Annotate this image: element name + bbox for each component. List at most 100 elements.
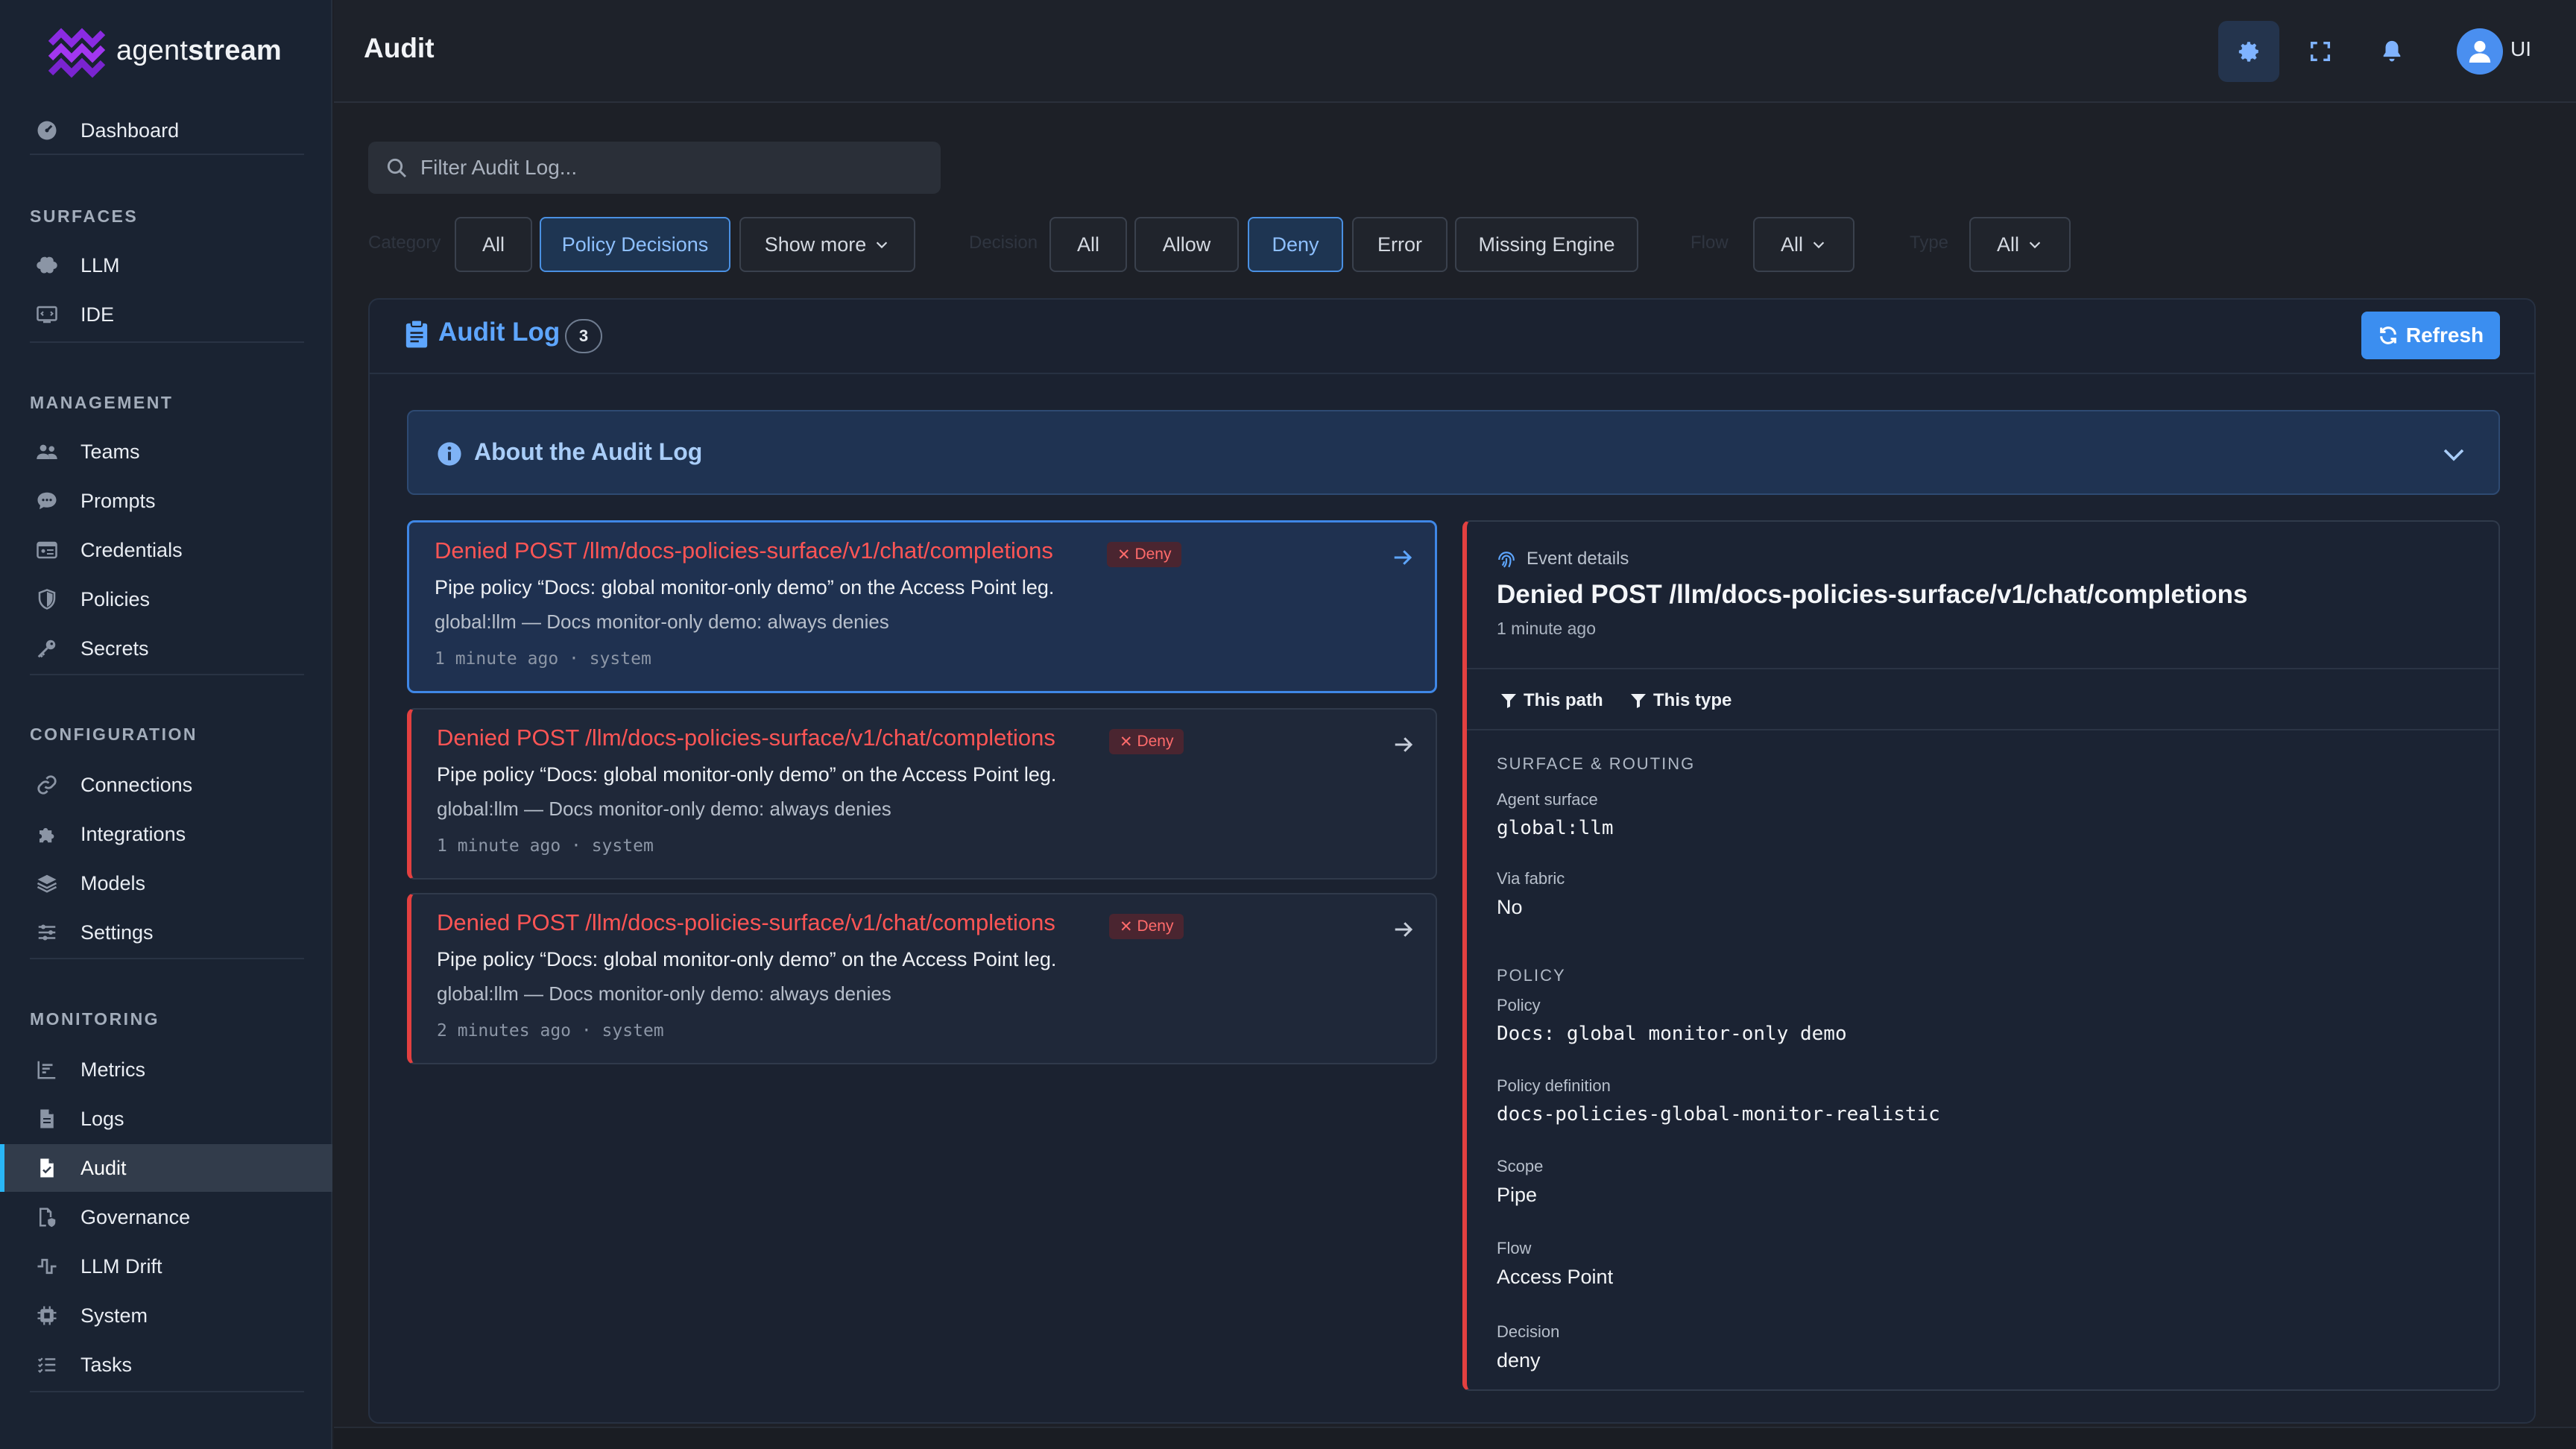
- brand-logo[interactable]: agentstream: [46, 21, 282, 80]
- decision-chip-all[interactable]: All: [1049, 217, 1127, 272]
- user-avatar[interactable]: [2457, 28, 2503, 75]
- sidebar-item-label: Settings: [80, 921, 154, 944]
- sidebar-item-label: Secrets: [80, 637, 149, 660]
- theme-settings-button[interactable]: [2218, 21, 2279, 82]
- flow-select[interactable]: All: [1753, 217, 1854, 272]
- deny-badge: ✕ Deny: [1109, 729, 1184, 754]
- policy-label: Policy: [1497, 996, 1541, 1014]
- notifications-button[interactable]: [2361, 21, 2422, 82]
- decision-value: deny: [1497, 1349, 1541, 1371]
- sidebar-item-llm[interactable]: LLM: [0, 242, 332, 289]
- sidebar-item-logs[interactable]: Logs: [0, 1095, 332, 1143]
- decision-chip-deny[interactable]: Deny: [1248, 217, 1343, 272]
- type-select[interactable]: All: [1969, 217, 2071, 272]
- link-icon: [34, 772, 60, 798]
- sidebar-item-policies[interactable]: Policies: [0, 575, 332, 623]
- filter-label-type: Type: [1910, 233, 1949, 253]
- sidebar-item-models[interactable]: Models: [0, 859, 332, 907]
- sidebar-item-ide[interactable]: IDE: [0, 291, 332, 338]
- id-card-icon: [34, 537, 60, 563]
- sidebar-item-label: Models: [80, 871, 146, 894]
- filter-this-type-label: This type: [1653, 690, 1732, 710]
- refresh-button[interactable]: Refresh: [2361, 312, 2500, 359]
- event-description: Pipe policy “Docs: global monitor-only d…: [437, 948, 1057, 970]
- audit-log-panel: Audit Log 3 Refresh About the Audit Log …: [368, 298, 2536, 1424]
- sidebar-item-audit[interactable]: Audit: [0, 1144, 332, 1192]
- event-details-panel: Event details Denied POST /llm/docs-poli…: [1462, 520, 2500, 1391]
- sidebar-item-settings[interactable]: Settings: [0, 909, 332, 956]
- category-chip-policy-decisions[interactable]: Policy Decisions: [540, 217, 730, 272]
- info-icon: [438, 442, 461, 466]
- sidebar-section-management: MANAGEMENT: [30, 393, 174, 412]
- audit-log-header: Audit Log 3 Refresh: [370, 300, 2534, 374]
- sidebar-divider: [30, 341, 304, 343]
- sidebar-item-prompts[interactable]: Prompts: [0, 477, 332, 525]
- event-meta: 1 minute ago · system: [435, 649, 651, 669]
- scope-value: Pipe: [1497, 1184, 1538, 1206]
- sidebar-item-label: Integrations: [80, 822, 186, 845]
- agent-surface-value: global:llm: [1497, 817, 1614, 839]
- sidebar-section-surfaces: SURFACES: [30, 206, 139, 226]
- decision-chip-error[interactable]: Error: [1352, 217, 1448, 272]
- audit-search-box[interactable]: [368, 142, 941, 194]
- policy-definition-value: docs-policies-global-monitor-realistic: [1497, 1103, 1940, 1126]
- event-details-time: 1 minute ago: [1497, 619, 1596, 638]
- sidebar-item-governance[interactable]: Governance: [0, 1193, 332, 1241]
- filter-this-path-button[interactable]: This path: [1500, 686, 1603, 716]
- tasks-icon: [34, 1352, 60, 1377]
- sidebar: agentstream Dashboard SURFACES LLM IDE M…: [0, 0, 332, 1449]
- policy-definition-label: Policy definition: [1497, 1076, 1611, 1095]
- user-initials[interactable]: UI: [2510, 37, 2531, 61]
- sidebar-item-credentials[interactable]: Credentials: [0, 526, 332, 574]
- show-more-dropdown[interactable]: Show more: [739, 217, 915, 272]
- sidebar-item-teams[interactable]: Teams: [0, 428, 332, 476]
- sidebar-item-label: Logs: [80, 1107, 124, 1130]
- expand-icon: [2310, 41, 2331, 62]
- event-title: Denied POST /llm/docs-policies-surface/v…: [437, 909, 1055, 935]
- sidebar-divider: [30, 674, 304, 675]
- event-title: Denied POST /llm/docs-policies-surface/v…: [437, 724, 1055, 751]
- refresh-icon: [2380, 326, 2396, 344]
- sidebar-item-dashboard[interactable]: Dashboard: [0, 107, 332, 154]
- filter-this-type-button[interactable]: This type: [1629, 686, 1731, 716]
- show-more-label: Show more: [764, 233, 867, 256]
- sliders-icon: [34, 920, 60, 945]
- audit-event-card[interactable]: Denied POST /llm/docs-policies-surface/v…: [407, 893, 1437, 1064]
- event-details-kicker: Event details: [1527, 549, 1629, 569]
- event-subtitle: global:llm — Docs monitor-only demo: alw…: [437, 798, 891, 820]
- section-policy: POLICY: [1497, 966, 1566, 985]
- drift-icon: [34, 1254, 60, 1279]
- governance-icon: [34, 1205, 60, 1230]
- sidebar-section-monitoring: MONITORING: [30, 1009, 160, 1029]
- sidebar-item-integrations[interactable]: Integrations: [0, 810, 332, 858]
- sidebar-item-label: Prompts: [80, 489, 156, 512]
- sidebar-item-tasks[interactable]: Tasks: [0, 1341, 332, 1389]
- top-header: Audit UI: [334, 0, 2576, 103]
- gear-icon: [2238, 42, 2258, 62]
- decision-chip-missing-engine[interactable]: Missing Engine: [1455, 217, 1638, 272]
- arrow-right-icon: [1395, 737, 1413, 752]
- sidebar-item-metrics[interactable]: Metrics: [0, 1046, 332, 1093]
- sidebar-divider: [30, 1391, 304, 1392]
- filter-this-path-label: This path: [1524, 690, 1603, 710]
- audit-event-card[interactable]: Denied POST /llm/docs-policies-surface/v…: [407, 520, 1437, 693]
- decision-chip-allow[interactable]: Allow: [1134, 217, 1239, 272]
- audit-event-card[interactable]: Denied POST /llm/docs-policies-surface/v…: [407, 708, 1437, 880]
- about-audit-log-accordion[interactable]: About the Audit Log: [407, 410, 2500, 495]
- category-chip-all[interactable]: All: [455, 217, 532, 272]
- sidebar-item-label: Teams: [80, 440, 140, 463]
- sidebar-item-connections[interactable]: Connections: [0, 761, 332, 809]
- sidebar-item-system[interactable]: System: [0, 1292, 332, 1339]
- filter-label-category: Category: [368, 233, 441, 253]
- sidebar-item-llm-drift[interactable]: LLM Drift: [0, 1243, 332, 1290]
- sidebar-item-secrets[interactable]: Secrets: [0, 625, 332, 672]
- chevron-down-icon: [877, 242, 888, 249]
- sidebar-item-label: System: [80, 1304, 148, 1327]
- search-input[interactable]: [420, 142, 927, 194]
- policy-value: Docs: global monitor-only demo: [1497, 1023, 1847, 1045]
- about-audit-log-title: About the Audit Log: [474, 438, 703, 465]
- fullscreen-button[interactable]: [2290, 21, 2351, 82]
- type-select-value: All: [1996, 233, 2019, 256]
- event-details-title: Denied POST /llm/docs-policies-surface/v…: [1497, 580, 2248, 609]
- bell-icon: [2383, 40, 2401, 62]
